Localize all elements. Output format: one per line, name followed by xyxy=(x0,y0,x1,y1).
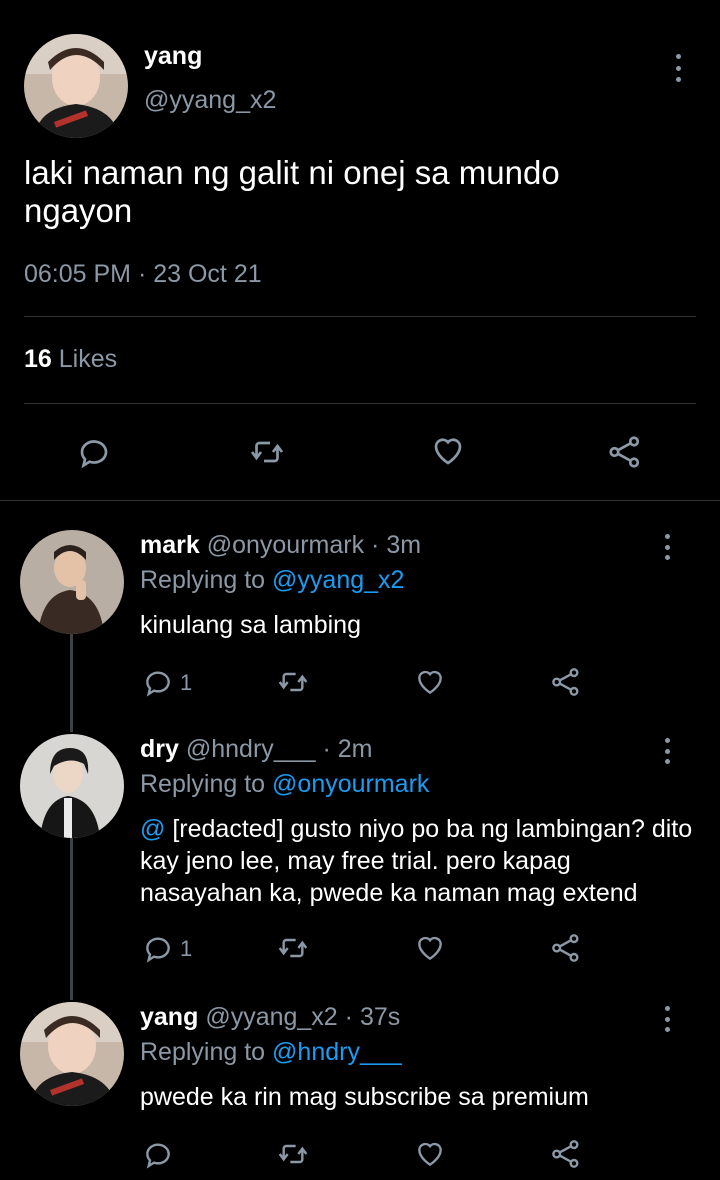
replying-to-link[interactable]: @onyourmark xyxy=(272,770,429,798)
reply-icon[interactable] xyxy=(142,666,174,698)
retweet-icon[interactable] xyxy=(276,666,310,698)
reply-author-handle[interactable]: @yyang_x2 xyxy=(205,1003,337,1031)
reply-author-name[interactable]: dry xyxy=(140,735,179,763)
reply-text: pwede ka rin mag subscribe sa premium xyxy=(140,1083,589,1111)
likes-count: 16 xyxy=(24,345,52,373)
retweet-icon[interactable] xyxy=(248,434,286,470)
like-icon[interactable] xyxy=(429,433,467,469)
divider xyxy=(0,500,720,501)
mention-link[interactable]: @ xyxy=(140,815,165,843)
more-options-icon[interactable] xyxy=(662,738,672,764)
reply-header[interactable]: yang @yyang_x2 · 37s xyxy=(140,1003,400,1032)
share-icon[interactable] xyxy=(549,1138,583,1170)
more-options-icon[interactable] xyxy=(662,534,672,560)
reply-header[interactable]: dry @hndry___ · 2m xyxy=(140,735,372,764)
main-tweet-text: laki naman ng galit ni onej sa mundo nga… xyxy=(24,154,560,229)
reply-header[interactable]: mark @onyourmark · 3m xyxy=(140,531,421,560)
reply-text-body: [redacted] gusto niyo po ba ng lambingan… xyxy=(140,815,693,907)
reply-author-name[interactable]: yang xyxy=(140,1003,198,1031)
reply-text: @ [redacted] gusto niyo po ba ng lambing… xyxy=(140,813,700,909)
like-icon[interactable] xyxy=(413,932,447,964)
replying-to: Replying to @onyourmark xyxy=(140,770,429,799)
more-options-icon[interactable] xyxy=(673,54,683,82)
reply-time: · 37s xyxy=(344,1003,401,1031)
replying-to-label: Replying to xyxy=(140,566,266,594)
share-icon[interactable] xyxy=(549,932,583,964)
thread-line xyxy=(70,634,73,732)
reply-icon[interactable] xyxy=(142,1138,174,1170)
reply-count: 1 xyxy=(180,936,193,961)
reply-time: · 2m xyxy=(322,735,373,763)
reply-author-handle[interactable]: @onyourmark xyxy=(207,531,364,559)
share-icon[interactable] xyxy=(606,434,644,470)
replying-to-label: Replying to xyxy=(140,770,266,798)
reply-icon[interactable] xyxy=(76,434,112,470)
replying-to: Replying to @yyang_x2 xyxy=(140,566,404,595)
reply-author-name[interactable]: mark xyxy=(140,531,200,559)
reply-count: 1 xyxy=(180,670,193,695)
reply-icon[interactable] xyxy=(142,932,174,964)
main-author-name[interactable]: yang xyxy=(144,42,202,71)
reply-avatar[interactable] xyxy=(20,734,124,838)
thread-line xyxy=(70,838,73,1000)
main-author-handle[interactable]: @yyang_x2 xyxy=(144,86,276,115)
divider xyxy=(24,403,696,404)
replying-to-label: Replying to xyxy=(140,1038,266,1066)
replying-to: Replying to @hndry___ xyxy=(140,1038,402,1067)
reply-author-handle[interactable]: @hndry___ xyxy=(186,735,316,763)
reply-avatar[interactable] xyxy=(20,1002,124,1106)
reply-avatar[interactable] xyxy=(20,530,124,634)
share-icon[interactable] xyxy=(549,666,583,698)
replying-to-link[interactable]: @hndry___ xyxy=(272,1038,402,1066)
likes-summary[interactable]: 16 Likes xyxy=(24,345,117,374)
like-icon[interactable] xyxy=(413,666,447,698)
reply-time: · 3m xyxy=(371,531,422,559)
like-icon[interactable] xyxy=(413,1138,447,1170)
retweet-icon[interactable] xyxy=(276,932,310,964)
main-avatar[interactable] xyxy=(24,34,128,138)
retweet-icon[interactable] xyxy=(276,1138,310,1170)
main-tweet-timestamp[interactable]: 06:05 PM · 23 Oct 21 xyxy=(24,260,262,289)
more-options-icon[interactable] xyxy=(662,1006,672,1032)
likes-label: Likes xyxy=(58,345,118,373)
reply-text: kinulang sa lambing xyxy=(140,611,361,639)
divider xyxy=(24,316,696,317)
replying-to-link[interactable]: @yyang_x2 xyxy=(272,566,404,594)
